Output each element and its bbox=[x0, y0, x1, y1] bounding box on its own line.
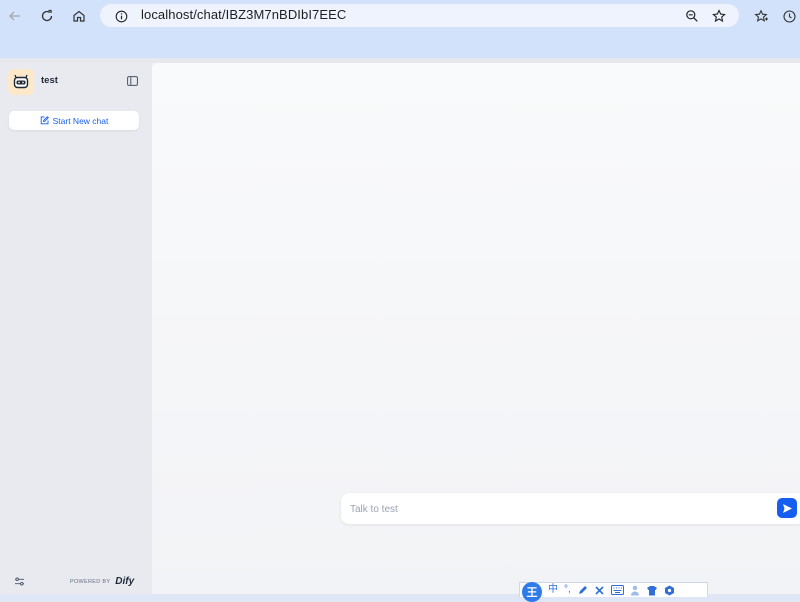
home-button[interactable] bbox=[69, 6, 89, 26]
home-icon bbox=[73, 10, 85, 22]
app-name: test bbox=[41, 75, 58, 86]
ime-punctuation-icon[interactable]: °, bbox=[564, 583, 571, 597]
favorites-button[interactable] bbox=[751, 6, 771, 26]
send-button[interactable] bbox=[777, 498, 797, 518]
back-arrow-icon bbox=[9, 11, 20, 21]
ime-language-toggle[interactable]: 中 bbox=[548, 583, 558, 597]
app-avatar bbox=[8, 69, 34, 95]
settings-button[interactable] bbox=[13, 576, 25, 586]
sidebar: test Start New chat POWERED BY Dify bbox=[0, 63, 152, 594]
start-new-chat-button[interactable]: Start New chat bbox=[9, 111, 139, 130]
site-info-icon[interactable] bbox=[112, 7, 130, 25]
browser-toolbar: localhost/chat/IBZ3M7nBDIbI7EEC bbox=[0, 0, 800, 58]
address-bar[interactable]: localhost/chat/IBZ3M7nBDIbI7EEC bbox=[100, 4, 739, 27]
chat-input-box[interactable] bbox=[341, 493, 800, 524]
bookmark-star-icon[interactable] bbox=[710, 7, 728, 25]
robot-face-icon bbox=[13, 74, 29, 89]
favorites-icon bbox=[753, 9, 768, 22]
chat-message-input[interactable] bbox=[348, 500, 772, 518]
url-text[interactable]: localhost/chat/IBZ3M7nBDIbI7EEC bbox=[141, 7, 346, 22]
powered-by-label: POWERED BY bbox=[70, 578, 111, 585]
send-arrow-icon bbox=[782, 503, 792, 513]
powered-by: POWERED BY Dify bbox=[70, 576, 134, 587]
sidebar-toggle-icon bbox=[126, 75, 138, 86]
reload-button[interactable] bbox=[37, 6, 57, 26]
ime-toolbar[interactable]: 王 中 °, bbox=[519, 582, 708, 602]
zoom-icon[interactable] bbox=[683, 7, 701, 25]
edit-icon bbox=[40, 116, 49, 125]
history-button[interactable] bbox=[779, 6, 799, 26]
back-button[interactable] bbox=[5, 6, 25, 26]
ime-mode-button[interactable]: 王 bbox=[522, 582, 542, 602]
history-clock-icon bbox=[782, 9, 796, 23]
reload-icon bbox=[41, 9, 53, 22]
collapse-sidebar-button[interactable] bbox=[126, 75, 138, 86]
settings-sliders-icon bbox=[14, 577, 24, 585]
dify-logo: Dify bbox=[115, 576, 135, 587]
start-new-chat-label: Start New chat bbox=[52, 115, 109, 126]
